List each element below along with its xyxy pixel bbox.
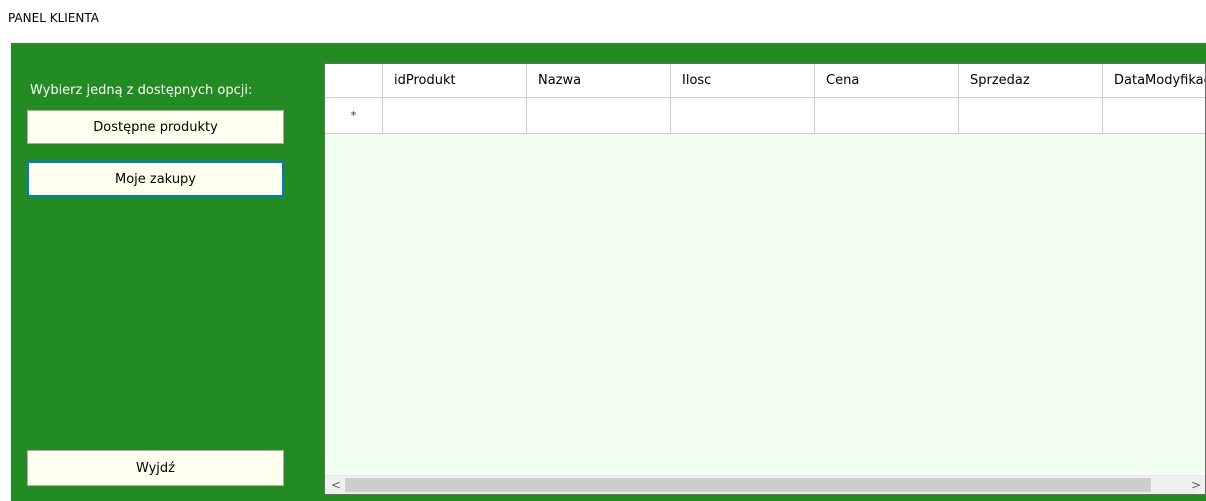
column-header-datamodyfikacji[interactable]: DataModyfikacji [1103, 64, 1205, 97]
column-header-nazwa[interactable]: Nazwa [527, 64, 671, 97]
new-row-marker-icon: * [350, 109, 357, 122]
row-header-corner[interactable] [325, 64, 383, 97]
cell-ilosc[interactable] [671, 98, 815, 133]
cell-cena[interactable] [815, 98, 959, 133]
cell-idprodukt[interactable] [383, 98, 527, 133]
new-row-header[interactable]: * [325, 98, 383, 133]
available-products-button[interactable]: Dostępne produkty [27, 110, 284, 144]
column-header-sprzedaz[interactable]: Sprzedaz [959, 64, 1103, 97]
column-header-ilosc[interactable]: Ilosc [671, 64, 815, 97]
new-row[interactable]: * [325, 98, 1205, 134]
grid-header-row: idProdukt Nazwa Ilosc Cena Sprzedaz Data… [325, 64, 1205, 98]
cell-datamodyfikacji[interactable] [1103, 98, 1205, 133]
exit-button[interactable]: Wyjdź [27, 450, 284, 486]
column-header-idprodukt[interactable]: idProdukt [383, 64, 527, 97]
cell-sprzedaz[interactable] [959, 98, 1103, 133]
options-prompt-label: Wybierz jedną z dostępnych opcji: [30, 83, 253, 98]
scroll-right-arrow-icon[interactable]: > [1187, 476, 1205, 494]
horizontal-scrollbar[interactable]: < > [325, 475, 1205, 494]
cell-nazwa[interactable] [527, 98, 671, 133]
client-panel: Wybierz jedną z dostępnych opcji: Dostęp… [11, 43, 1206, 501]
products-data-grid[interactable]: idProdukt Nazwa Ilosc Cena Sprzedaz Data… [324, 63, 1206, 495]
column-header-cena[interactable]: Cena [815, 64, 959, 97]
scrollbar-thumb[interactable] [345, 478, 1151, 492]
window-title: PANEL KLIENTA [8, 11, 99, 25]
my-purchases-button[interactable]: Moje zakupy [27, 161, 284, 197]
scroll-left-arrow-icon[interactable]: < [327, 476, 345, 494]
